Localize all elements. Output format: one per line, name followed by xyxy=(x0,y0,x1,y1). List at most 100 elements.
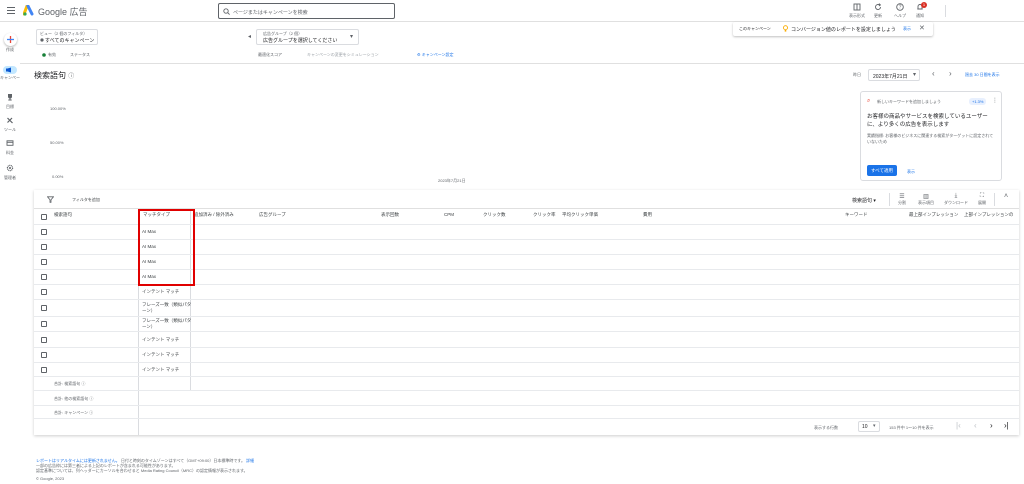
col-cost[interactable]: 費用 xyxy=(643,212,652,218)
view-recommendation-link[interactable]: 表示 xyxy=(907,169,915,175)
download-button[interactable]: ⤓ ダウンロード xyxy=(943,193,969,206)
col-top-impression[interactable]: 最上部インプレッション xyxy=(909,212,958,218)
recommendation-body: 実績指標: お客様のビジネスに関連する検索がターゲットに設定されていないため xyxy=(867,133,994,144)
filter-bar: フィルタを追加 検索語句 ▾ ☰ 分割 ▥ 表示項目 ⤓ ダウンロード ⛶ 展開 ˄ xyxy=(34,190,1019,209)
y-tick-label: 100.00% xyxy=(50,106,66,111)
total-row: 合計: 他の検索語句 ⓘ xyxy=(34,391,1019,406)
more-vert-icon[interactable]: ⋮ xyxy=(992,97,998,104)
row-checkbox[interactable] xyxy=(41,289,47,295)
download-icon: ⤓ xyxy=(954,193,958,199)
appearance-label: 表示形式 xyxy=(849,13,865,18)
match-type-cell: インテント マッチ xyxy=(142,352,180,357)
col-keyword[interactable]: キーワード xyxy=(845,212,868,218)
chevron-down-icon: ▾ xyxy=(350,34,354,40)
nav-campaigns[interactable]: キャンペーン xyxy=(0,66,20,81)
next-page-icon[interactable]: › xyxy=(990,421,993,430)
status-enabled[interactable]: 有効 xyxy=(48,52,56,58)
nav-create[interactable]: 作成 xyxy=(0,33,20,53)
row-checkbox[interactable] xyxy=(41,367,47,373)
row-checkbox[interactable] xyxy=(41,259,47,265)
expand-icon: ⛶ xyxy=(979,193,985,199)
y-tick-label: 0.00% xyxy=(52,174,64,179)
lightbulb-icon xyxy=(783,25,788,32)
rows-per-page-select[interactable]: 10 ▾ xyxy=(858,421,880,432)
col-added-excluded[interactable]: 追加済み / 除外済み xyxy=(194,212,234,218)
nav-billing[interactable]: 料金 xyxy=(0,139,20,156)
appearance-button[interactable]: 表示形式 xyxy=(847,3,867,19)
row-checkbox[interactable] xyxy=(41,229,47,235)
table-row[interactable]: インテント マッチ xyxy=(34,348,1019,363)
copyright: © Google, 2023 xyxy=(36,476,65,481)
search-input[interactable]: ページまたはキャンペーンを検索 xyxy=(218,3,395,19)
date-selector[interactable]: 2023年7月21日 ▾ xyxy=(868,69,920,81)
last-page-icon[interactable]: ›| xyxy=(1004,421,1009,430)
notification-badge: 1 xyxy=(921,2,927,8)
footer-line-3: 認定基準については、列ヘッダーにカーソルを合わせると Media Rating … xyxy=(36,468,248,473)
search-placeholder: ページまたはキャンペーンを検索 xyxy=(233,10,308,16)
expand-button[interactable]: ⛶ 展開 xyxy=(975,193,989,206)
col-ctr[interactable]: クリック率 xyxy=(533,212,556,218)
row-checkbox[interactable] xyxy=(41,321,47,327)
col-avg-cpc[interactable]: 平均クリック単価 xyxy=(562,212,598,218)
row-checkbox[interactable] xyxy=(41,352,47,358)
rows-per-page-label: 表示する行数 xyxy=(814,425,838,430)
close-icon[interactable]: ✕ xyxy=(919,24,925,32)
table-row[interactable]: インテント マッチ xyxy=(34,332,1019,348)
refresh-button[interactable]: 更新 xyxy=(868,3,888,19)
columns-button[interactable]: ▥ 表示項目 xyxy=(918,193,934,206)
help-circle-icon[interactable]: ⓘ xyxy=(68,74,74,80)
help-icon: ? xyxy=(896,3,904,11)
score-badge: +1.3% xyxy=(969,98,987,105)
match-type-cell: インテント マッチ xyxy=(142,289,180,294)
date-prefix: 昨日 xyxy=(853,72,861,77)
table-row[interactable]: フレーズ一致（類似パターン） xyxy=(34,300,1019,317)
add-filter-button[interactable]: フィルタを追加 xyxy=(72,197,100,203)
col-ad-group[interactable]: 広告グループ xyxy=(259,212,286,218)
help-button[interactable]: ? ヘルプ xyxy=(890,3,910,19)
campaign-settings-button[interactable]: ⚙ キャンペーン設定 xyxy=(417,52,454,58)
prev-date-icon[interactable]: ‹ xyxy=(932,69,935,78)
total-search-terms: 合計: 検索語句 ⓘ xyxy=(54,381,86,386)
optimization-score[interactable]: 最適化スコア xyxy=(258,52,282,58)
total-row: 合計: キャンペーン ⓘ xyxy=(34,406,1019,419)
row-checkbox[interactable] xyxy=(41,244,47,250)
select-all-checkbox[interactable] xyxy=(41,214,47,220)
notification-link[interactable]: 表示 xyxy=(903,26,911,32)
match-type-cell: フレーズ一致（類似パターン） xyxy=(142,318,192,329)
status-filter[interactable]: ステータス xyxy=(70,52,90,58)
next-date-icon[interactable]: › xyxy=(949,69,952,78)
notifications-button[interactable]: 1 通知 xyxy=(910,2,930,19)
nav-tools[interactable]: ツール xyxy=(0,116,20,133)
col-search-term[interactable]: 検索語句 xyxy=(54,212,72,218)
row-checkbox[interactable] xyxy=(41,337,47,343)
row-checkbox[interactable] xyxy=(41,305,47,311)
chevron-left-icon[interactable]: ◂ xyxy=(248,33,251,40)
simulate-button[interactable]: キャンペーンの変更をシミュレーション xyxy=(307,52,379,58)
collapse-chevron-up-icon[interactable]: ˄ xyxy=(1004,193,1008,200)
col-impressions[interactable]: 表示回数 xyxy=(381,212,399,218)
split-button[interactable]: ☰ 分割 xyxy=(895,193,909,206)
col-clicks[interactable]: クリック数 xyxy=(483,212,506,218)
apply-all-button[interactable]: すべて適用 xyxy=(867,165,897,176)
footer-details-link[interactable]: 詳細 xyxy=(246,458,254,463)
first-page-icon[interactable]: |‹ xyxy=(956,421,961,430)
table-row[interactable]: インテント マッチ xyxy=(34,285,1019,300)
view-selector[interactable]: ビュー（2 個のフィルタ） すべてのキャンペーン xyxy=(36,29,98,45)
col-abs-top-impression[interactable]: 上部インプレッションの xyxy=(964,212,1013,218)
table-row[interactable]: インテント マッチ xyxy=(34,363,1019,377)
table-row[interactable]: フレーズ一致（類似パターン） xyxy=(34,317,1019,332)
col-cpm[interactable]: CPM xyxy=(444,212,454,217)
conversion-notification: このキャンペーン コンバージョン値のレポートを設定しましょう 表示 ✕ xyxy=(733,22,933,36)
menu-icon[interactable] xyxy=(7,7,15,14)
segment-dropdown[interactable]: 検索語句 ▾ xyxy=(852,197,876,204)
compare-link[interactable]: 過去 30 日間を表示 xyxy=(965,72,1000,78)
left-nav xyxy=(0,22,20,484)
total-row: 合計: 検索語句 ⓘ xyxy=(34,377,1019,391)
row-checkbox[interactable] xyxy=(41,274,47,280)
adgroup-selector[interactable]: 広告グループ（2 個） 広告グループを選択してください ▾ xyxy=(256,29,359,45)
nav-admin[interactable]: 管理者 xyxy=(0,164,20,181)
toolbar-divider xyxy=(994,193,995,206)
filter-icon xyxy=(47,196,54,203)
nav-goals[interactable]: 目標 xyxy=(0,93,20,110)
prev-page-icon[interactable]: ‹ xyxy=(974,421,977,430)
